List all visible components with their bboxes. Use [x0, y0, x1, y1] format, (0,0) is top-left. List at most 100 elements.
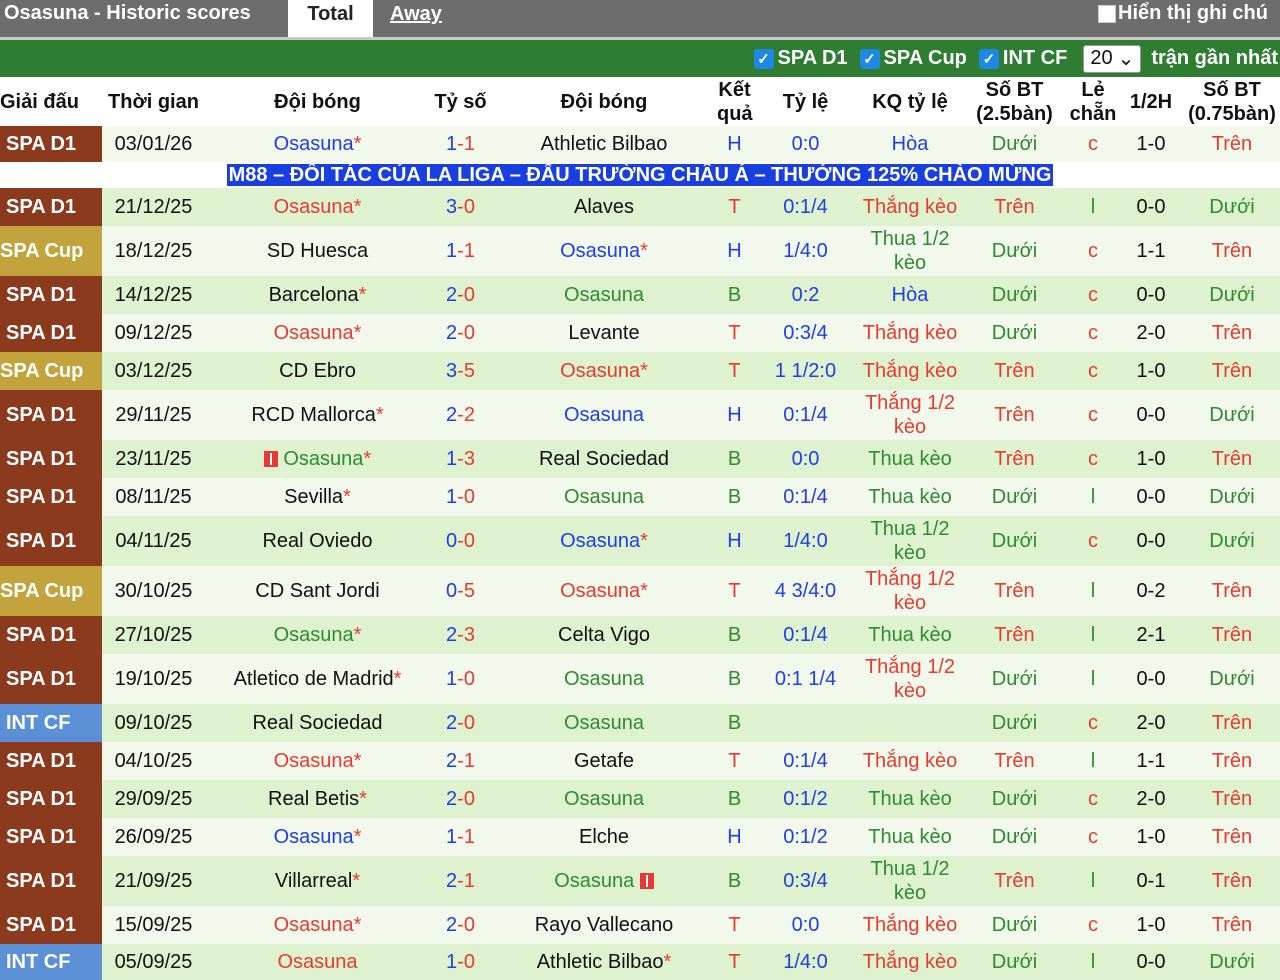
home-team[interactable]: CD Ebro: [205, 352, 430, 390]
away-team[interactable]: Athletic Bilbao: [491, 126, 717, 162]
home-team[interactable]: Villarreal*: [205, 856, 430, 906]
score[interactable]: 2-0: [430, 780, 491, 818]
away-team[interactable]: Osasuna: [491, 276, 717, 314]
away-team[interactable]: Rayo Vallecano: [491, 906, 717, 944]
score[interactable]: 0-5: [430, 566, 491, 616]
home-team[interactable]: Osasuna*: [205, 906, 430, 944]
score[interactable]: 1-1: [430, 226, 491, 276]
away-team[interactable]: Osasuna: [491, 478, 717, 516]
table-row[interactable]: SPA D1 08/11/25 Sevilla* 1-0 Osasuna B 0:1/4 Th…: [0, 478, 1280, 516]
table-row[interactable]: SPA D1 04/10/25 Osasuna* 2-1 Getafe T 0:1/4 Thắ…: [0, 742, 1280, 780]
table-row[interactable]: SPA D1 29/11/25 RCD Mallorca* 2-2 Osasuna H 0:…: [0, 390, 1280, 440]
away-team[interactable]: Osasuna: [491, 856, 717, 906]
score[interactable]: 1-0: [430, 944, 491, 980]
league-badge[interactable]: SPA D1: [0, 856, 102, 906]
table-row[interactable]: SPA D1 27/10/25 Osasuna* 2-3 Celta Vigo B 0:1/…: [0, 616, 1280, 654]
league-badge[interactable]: SPA D1: [0, 478, 102, 516]
away-team[interactable]: Osasuna*: [491, 352, 717, 390]
away-team[interactable]: Osasuna*: [491, 566, 717, 616]
home-team[interactable]: Osasuna*: [205, 742, 430, 780]
away-team[interactable]: Athletic Bilbao*: [491, 944, 717, 980]
league-badge[interactable]: SPA D1: [0, 654, 102, 704]
score[interactable]: 3-0: [430, 188, 491, 226]
away-team[interactable]: Osasuna*: [491, 516, 717, 566]
score[interactable]: 1-3: [430, 440, 491, 478]
league-badge[interactable]: SPA Cup: [0, 566, 102, 616]
home-team[interactable]: Real Oviedo: [205, 516, 430, 566]
score[interactable]: 2-3: [430, 616, 491, 654]
league-badge[interactable]: SPA D1: [0, 818, 102, 856]
away-team[interactable]: Osasuna: [491, 654, 717, 704]
away-team[interactable]: Osasuna: [491, 780, 717, 818]
home-team[interactable]: Sevilla*: [205, 478, 430, 516]
table-row[interactable]: SPA D1 14/12/25 Barcelona* 2-0 Osasuna B 0:2 Hò…: [0, 276, 1280, 314]
league-badge[interactable]: SPA D1: [0, 742, 102, 780]
score[interactable]: 0-0: [430, 516, 491, 566]
ad-banner[interactable]: M88 – ĐỐI TÁC CỦA LA LIGA – ĐẤU TRƯỜNG C…: [226, 164, 1054, 186]
home-team[interactable]: CD Sant Jordi: [205, 566, 430, 616]
score[interactable]: 1-1: [430, 818, 491, 856]
table-row[interactable]: SPA D1 23/11/25 Osasuna* 1-3 Real Sociedad B…: [0, 440, 1280, 478]
match-count-select[interactable]: 20 ⌄: [1083, 44, 1142, 73]
league-badge[interactable]: INT CF: [0, 944, 102, 980]
league-badge[interactable]: SPA D1: [0, 440, 102, 478]
score[interactable]: 2-1: [430, 856, 491, 906]
table-row[interactable]: INT CF 05/09/25 Osasuna 1-0 Athletic Bilbao*…: [0, 944, 1280, 980]
home-team[interactable]: Real Betis*: [205, 780, 430, 818]
table-row[interactable]: SPA D1 21/12/25 Osasuna* 3-0 Alaves T 0:1/4 Thắ…: [0, 188, 1280, 226]
home-team[interactable]: Osasuna*: [205, 818, 430, 856]
filter-int-cf[interactable]: ✓ INT CF: [978, 47, 1067, 70]
score[interactable]: 2-0: [430, 906, 491, 944]
filter-spa-d1[interactable]: ✓ SPA D1: [753, 47, 848, 70]
away-team[interactable]: Levante: [491, 314, 717, 352]
score[interactable]: 1-0: [430, 654, 491, 704]
filter-spa-cup[interactable]: ✓ SPA Cup: [859, 47, 967, 70]
away-team[interactable]: Osasuna: [491, 704, 717, 742]
home-team[interactable]: Osasuna*: [205, 126, 430, 162]
score[interactable]: 2-0: [430, 704, 491, 742]
table-row[interactable]: SPA D1 15/09/25 Osasuna* 2-0 Rayo Vallecano T…: [0, 906, 1280, 944]
table-row[interactable]: SPA D1 29/09/25 Real Betis* 2-0 Osasuna B 0:1/…: [0, 780, 1280, 818]
home-team[interactable]: SD Huesca: [205, 226, 430, 276]
table-row[interactable]: SPA D1 21/09/25 Villarreal* 2-1 Osasuna B 0:3…: [0, 856, 1280, 906]
tab-away[interactable]: Away: [390, 0, 442, 37]
league-badge[interactable]: SPA D1: [0, 906, 102, 944]
score[interactable]: 1-1: [430, 126, 491, 162]
away-team[interactable]: Alaves: [491, 188, 717, 226]
home-team[interactable]: Real Sociedad: [205, 704, 430, 742]
away-team[interactable]: Osasuna*: [491, 226, 717, 276]
league-badge[interactable]: SPA Cup: [0, 226, 102, 276]
home-team[interactable]: Osasuna: [205, 944, 430, 980]
league-badge[interactable]: SPA D1: [0, 516, 102, 566]
home-team[interactable]: Barcelona*: [205, 276, 430, 314]
ad-banner-row[interactable]: M88 – ĐỐI TÁC CỦA LA LIGA – ĐẤU TRƯỜNG C…: [0, 162, 1280, 188]
table-row[interactable]: SPA Cup 30/10/25 CD Sant Jordi 0-5 Osasuna* T…: [0, 566, 1280, 616]
show-notes-checkbox[interactable]: [1098, 4, 1116, 23]
tab-total[interactable]: Total: [288, 0, 373, 37]
league-badge[interactable]: SPA D1: [0, 126, 102, 162]
league-badge[interactable]: SPA D1: [0, 276, 102, 314]
table-row[interactable]: SPA Cup 18/12/25 SD Huesca 1-1 Osasuna* H 1/4:…: [0, 226, 1280, 276]
table-row[interactable]: SPA Cup 03/12/25 CD Ebro 3-5 Osasuna* T 1 1/2:…: [0, 352, 1280, 390]
check-icon[interactable]: ✓: [859, 48, 880, 69]
table-row[interactable]: SPA D1 19/10/25 Atletico de Madrid* 1-0 Osas…: [0, 654, 1280, 704]
home-team[interactable]: Atletico de Madrid*: [205, 654, 430, 704]
check-icon[interactable]: ✓: [978, 48, 999, 69]
table-row[interactable]: SPA D1 26/09/25 Osasuna* 1-1 Elche H 0:1/2 Thua…: [0, 818, 1280, 856]
show-notes-toggle[interactable]: Hiển thị ghi chú: [1098, 2, 1268, 25]
score[interactable]: 1-0: [430, 478, 491, 516]
home-team[interactable]: Osasuna*: [205, 616, 430, 654]
home-team[interactable]: Osasuna*: [205, 314, 430, 352]
league-badge[interactable]: SPA D1: [0, 616, 102, 654]
league-badge[interactable]: SPA Cup: [0, 352, 102, 390]
away-team[interactable]: Celta Vigo: [491, 616, 717, 654]
score[interactable]: 3-5: [430, 352, 491, 390]
away-team[interactable]: Real Sociedad: [491, 440, 717, 478]
table-row[interactable]: SPA D1 09/12/25 Osasuna* 2-0 Levante T 0:3/4 Th…: [0, 314, 1280, 352]
league-badge[interactable]: INT CF: [0, 704, 102, 742]
score[interactable]: 2-0: [430, 276, 491, 314]
table-row[interactable]: SPA D1 03/01/26 Osasuna* 1-1 Athletic Bilbao…: [0, 126, 1280, 162]
table-row[interactable]: INT CF 09/10/25 Real Sociedad 2-0 Osasuna B Dư…: [0, 704, 1280, 742]
home-team[interactable]: Osasuna*: [205, 440, 430, 478]
league-badge[interactable]: SPA D1: [0, 780, 102, 818]
